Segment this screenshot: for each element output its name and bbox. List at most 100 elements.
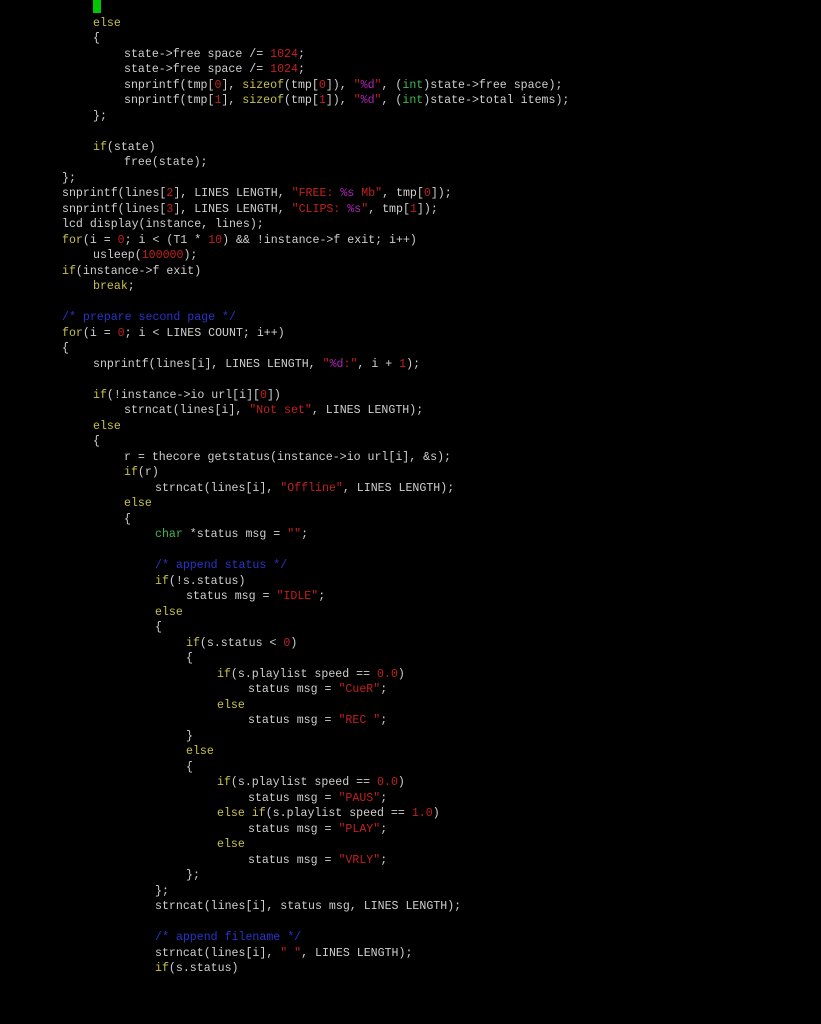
code-line[interactable]: else [93, 419, 121, 435]
code-token: if [93, 388, 107, 402]
code-line[interactable]: }; [62, 171, 76, 187]
code-line[interactable]: for(i = 0; i < LINES COUNT; i++) [62, 326, 285, 342]
code-line[interactable]: if(state) [93, 140, 156, 156]
code-line[interactable]: else [124, 496, 152, 512]
code-line[interactable]: status msg = "PAUS"; [248, 791, 387, 807]
code-line[interactable]: { [186, 760, 193, 776]
code-line[interactable]: if(instance->f exit) [62, 264, 201, 280]
code-line[interactable]: { [186, 651, 193, 667]
code-line[interactable]: if(r) [124, 465, 159, 481]
code-token: else [217, 698, 245, 712]
code-line[interactable]: free(state); [124, 155, 208, 171]
code-token: 1024 [270, 47, 298, 61]
code-line[interactable]: for(i = 0; i < (T1 * 10) && !instance->f… [62, 233, 417, 249]
code-line[interactable]: { [62, 341, 69, 357]
code-line[interactable]: else [155, 605, 183, 621]
code-line[interactable]: if(!instance->io url[i][0]) [93, 388, 281, 404]
code-line[interactable]: strncat(lines[i], "Offline", LINES LENGT… [155, 481, 454, 497]
code-line[interactable]: status msg = "PLAY"; [248, 822, 387, 838]
code-token: strncat(lines[i], status msg, LINES LENG… [155, 900, 462, 913]
code-token: else [93, 16, 121, 30]
code-line[interactable]: else [217, 837, 245, 853]
code-line[interactable]: if(s.playlist speed == 0.0) [217, 775, 405, 791]
code-token: else [217, 838, 245, 851]
code-token: 100000 [141, 249, 184, 262]
code-line[interactable]: /* prepare second page */ [62, 310, 236, 326]
code-token: sizeof [242, 78, 285, 92]
code-line[interactable]: snprintf(tmp[1], sizeof(tmp[1]), "%d", (… [124, 93, 569, 109]
code-line[interactable]: else [186, 744, 214, 760]
code-line[interactable]: else [217, 698, 245, 714]
code-line[interactable]: if(!s.status) [155, 574, 245, 590]
code-token: (i = [82, 233, 118, 247]
code-token: ) [290, 636, 298, 650]
code-line[interactable]: /* append filename */ [155, 930, 301, 946]
code-line[interactable]: if(s.playlist speed == 0.0) [217, 667, 405, 683]
code-token: ], LINES LENGTH, [173, 202, 292, 216]
code-token: { [155, 621, 162, 634]
code-token: " [353, 94, 361, 107]
code-line[interactable]: if(s.status < 0) [186, 636, 297, 652]
code-token: ; i < LINES COUNT; i++) [124, 326, 285, 340]
code-line[interactable]: { [93, 31, 100, 47]
code-token: "IDLE" [276, 590, 319, 603]
code-line[interactable]: state->free space /= 1024; [124, 47, 305, 63]
code-line[interactable]: { [124, 512, 131, 528]
code-line[interactable]: } [186, 729, 193, 745]
code-line[interactable]: r = thecore getstatus(instance->io url[i… [124, 450, 451, 466]
code-token: if [217, 667, 231, 681]
code-token: (!instance->io url[i][ [106, 388, 260, 402]
code-line[interactable]: status msg = "VRLY"; [248, 853, 387, 869]
code-line[interactable]: usleep(100000); [93, 248, 197, 264]
code-token: ); [183, 249, 198, 262]
code-token: 1 [318, 94, 326, 107]
code-line[interactable]: }; [93, 109, 107, 125]
code-line[interactable]: strncat(lines[i], " ", LINES LENGTH); [155, 946, 412, 962]
code-token: (s.playlist speed == [230, 667, 378, 681]
code-token: ]) [266, 388, 281, 402]
code-line[interactable]: else [93, 16, 121, 32]
code-token: "PAUS" [338, 791, 381, 805]
code-token: if [93, 140, 107, 154]
code-token: ; [380, 822, 388, 836]
code-line[interactable]: lcd display(instance, lines); [62, 217, 264, 233]
code-line[interactable]: strncat(lines[i], "Not set", LINES LENGT… [124, 403, 423, 419]
code-token: status msg = [248, 683, 339, 696]
code-line[interactable]: { [155, 620, 162, 636]
code-token: :" [343, 357, 358, 371]
code-token: 1.0 [411, 807, 433, 820]
code-line[interactable]: { [93, 434, 100, 450]
code-token: , i + [357, 357, 400, 371]
code-token: ]); [430, 187, 452, 200]
code-token: " " [280, 946, 302, 960]
code-token: %s [347, 202, 362, 216]
code-line[interactable]: state->free space /= 1024; [124, 62, 305, 78]
code-line[interactable]: status msg = "CueR"; [248, 682, 387, 698]
code-line[interactable]: /* append status */ [155, 558, 287, 574]
code-line[interactable]: else if(s.playlist speed == 1.0) [217, 806, 440, 822]
code-line[interactable]: snprintf(tmp[0], sizeof(tmp[0]), "%d", (… [124, 78, 562, 94]
code-token: 10 [208, 233, 223, 247]
code-line[interactable]: snprintf(lines[2], LINES LENGTH, "FREE: … [62, 186, 452, 202]
code-line[interactable]: snprintf(lines[i], LINES LENGTH, "%d:", … [93, 357, 420, 373]
code-token: } [186, 729, 193, 743]
code-line[interactable]: strncat(lines[i], status msg, LINES LENG… [155, 899, 461, 915]
code-line[interactable]: status msg = "REC "; [248, 713, 387, 729]
code-token: (r) [137, 466, 159, 479]
code-line[interactable]: if(s.status) [155, 961, 239, 977]
code-token: strncat(lines[i], [124, 404, 250, 417]
code-line[interactable]: }; [186, 868, 200, 884]
code-line[interactable]: break; [93, 279, 135, 295]
code-line[interactable]: snprintf(lines[3], LINES LENGTH, "CLIPS:… [62, 202, 438, 218]
code-line[interactable]: status msg = "IDLE"; [186, 589, 325, 605]
code-line[interactable]: char *status msg = ""; [155, 527, 308, 543]
code-token: status msg = [248, 791, 339, 805]
code-line[interactable]: }; [155, 884, 169, 900]
code-token: "VRLY" [338, 853, 381, 867]
code-token: (state) [106, 140, 156, 154]
code-token: 1024 [270, 63, 298, 76]
code-editor[interactable]: else{state->free space /= 1024; state->fr… [0, 0, 821, 1024]
code-token: ) && !instance->f exit; i++) [222, 233, 417, 247]
code-token: status msg = [248, 822, 339, 836]
code-token: )state->total items); [423, 94, 570, 107]
